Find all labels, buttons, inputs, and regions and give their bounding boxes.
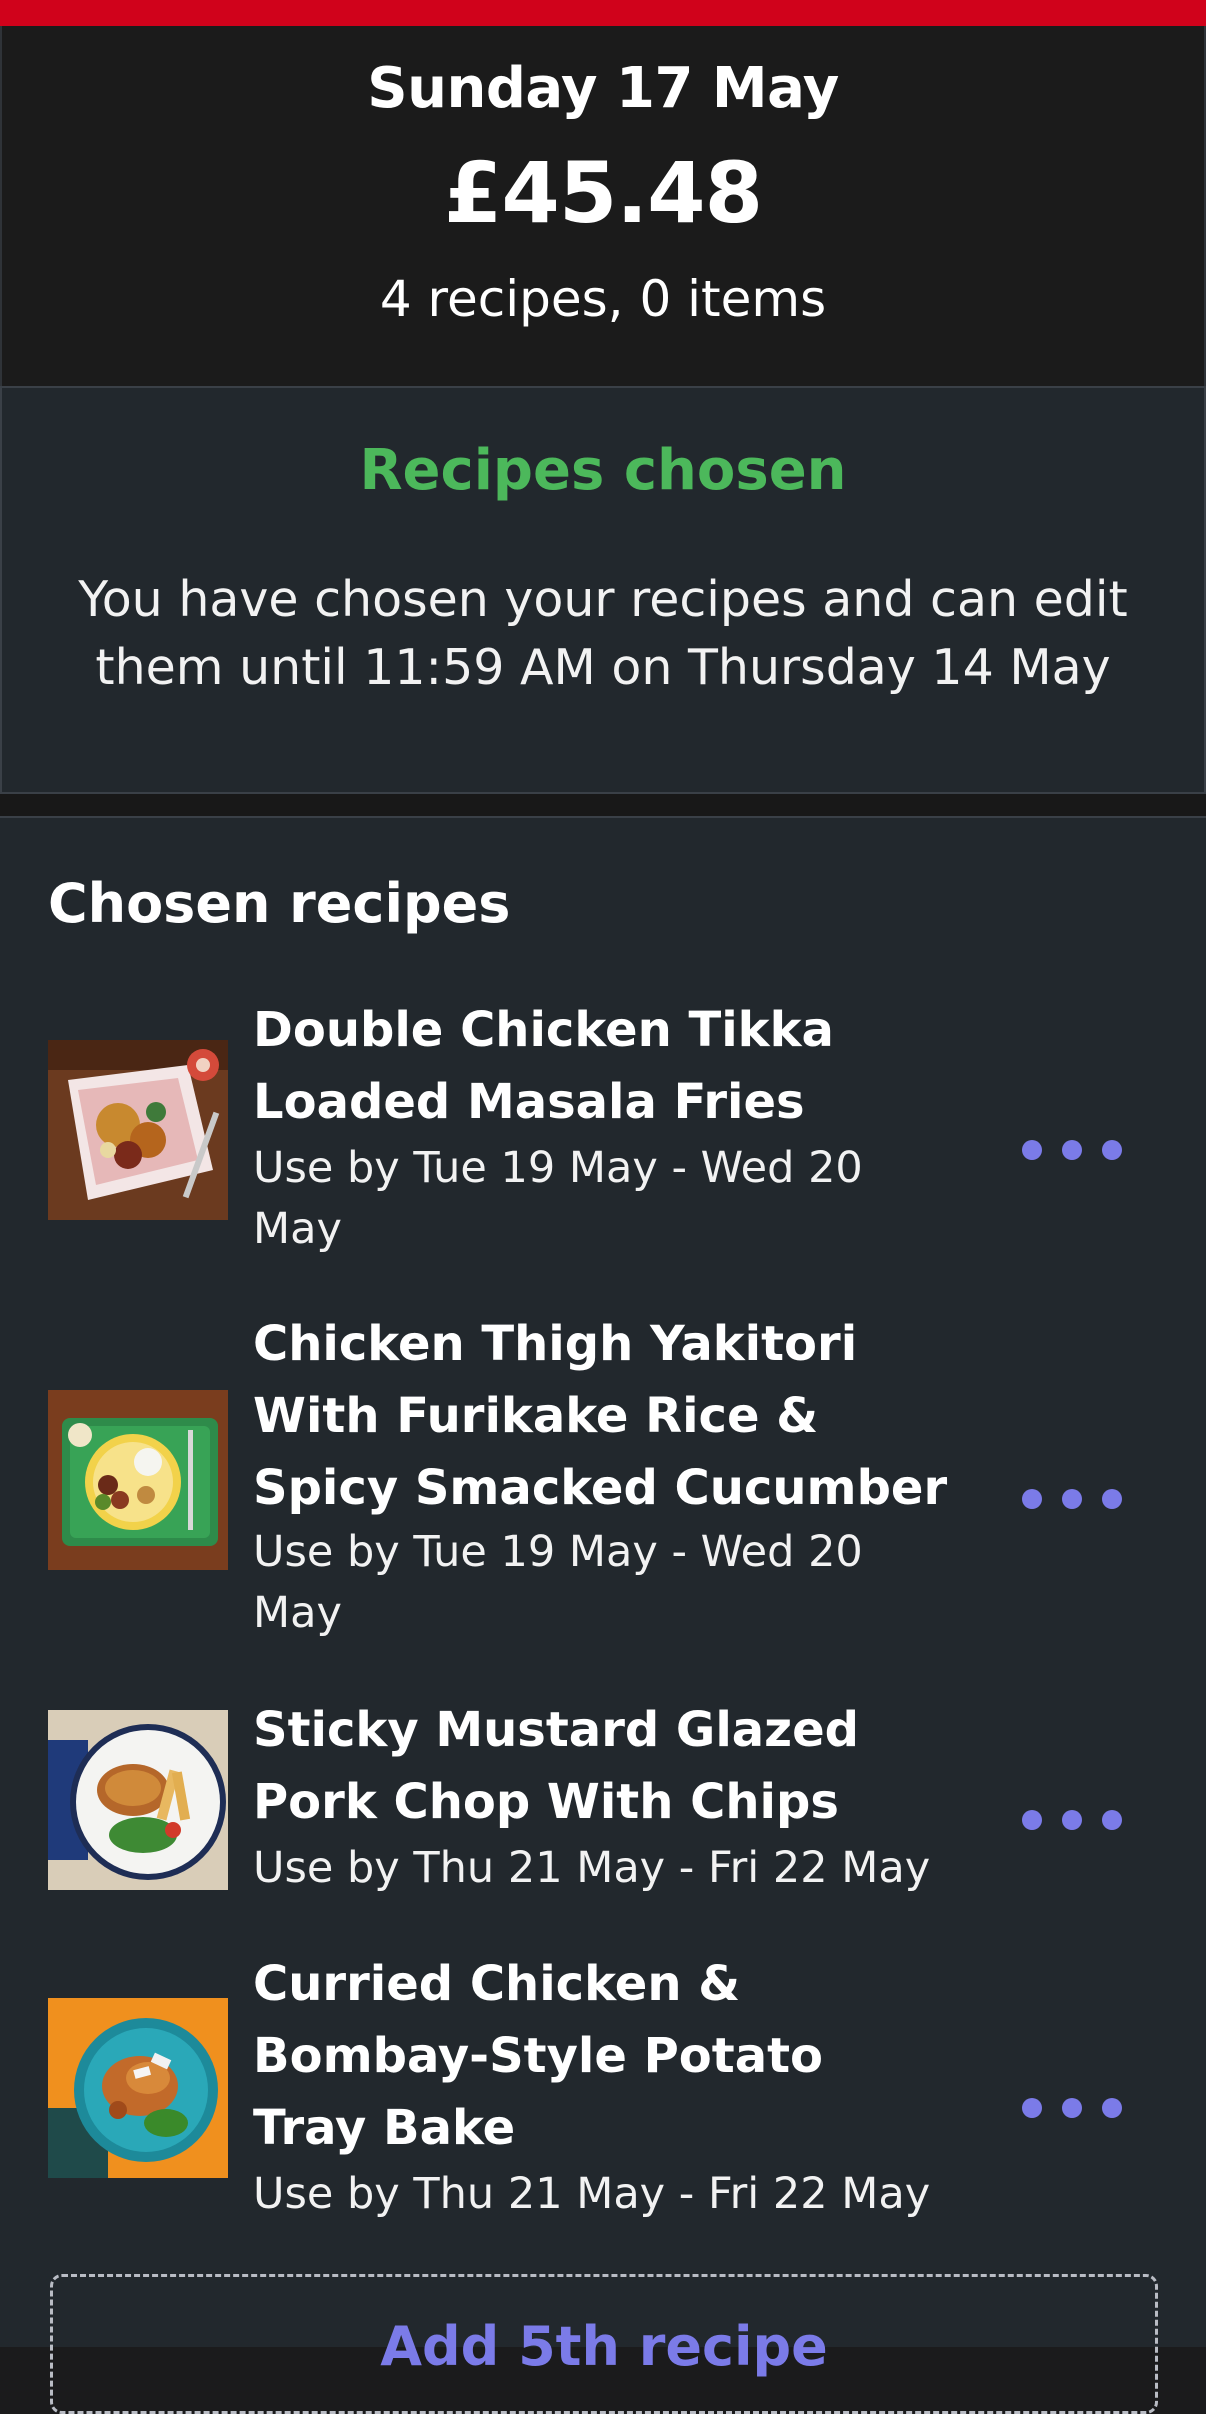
order-summary: Sunday 17 May £45.48 4 recipes, 0 items xyxy=(0,26,1206,386)
section-heading: Chosen recipes xyxy=(48,872,511,935)
recipe-use-by: Use by Thu 21 May - Fri 22 May xyxy=(253,1843,931,1893)
section-divider xyxy=(0,794,1206,818)
recipe-use-by: Use by Tue 19 May - Wed 20 May xyxy=(253,1143,863,1254)
brand-accent-bar xyxy=(0,0,1206,26)
pork-chop-plate-photo xyxy=(48,1710,228,1890)
order-total: £45.48 xyxy=(443,144,763,242)
recipe-title: Curried Chicken & Bombay-Style Potato Tr… xyxy=(253,1956,823,2156)
fries-dish-photo xyxy=(48,1040,228,1220)
status-title: Recipes chosen xyxy=(359,438,847,503)
yakitori-tray-photo xyxy=(48,1390,228,1570)
chosen-recipes-section: Chosen recipes Double Chicken Tikka Load… xyxy=(0,818,1206,2414)
recipe-use-by: Use by Thu 21 May - Fri 22 May xyxy=(253,2169,931,2219)
recipes-status-card: Recipes chosen You have chosen your reci… xyxy=(0,386,1206,794)
more-options-icon[interactable] xyxy=(1022,1479,1122,1519)
order-counts: 4 recipes, 0 items xyxy=(379,270,827,328)
delivery-date: Sunday 17 May xyxy=(367,56,839,121)
more-options-icon[interactable] xyxy=(1022,1130,1122,1170)
recipe-title: Double Chicken Tikka Loaded Masala Fries xyxy=(253,1002,834,1130)
more-options-icon[interactable] xyxy=(1022,2088,1122,2128)
add-recipe-button[interactable]: Add 5th recipe xyxy=(50,2274,1158,2414)
status-description: You have chosen your recipes and can edi… xyxy=(78,571,1128,696)
recipe-title: Sticky Mustard Glazed Pork Chop With Chi… xyxy=(253,1702,860,1830)
recipe-title: Chicken Thigh Yakitori With Furikake Ric… xyxy=(253,1316,948,1516)
recipe-use-by: Use by Tue 19 May - Wed 20 May xyxy=(253,1527,863,1638)
curry-traybake-photo xyxy=(48,1998,228,2178)
more-options-icon[interactable] xyxy=(1022,1800,1122,1840)
